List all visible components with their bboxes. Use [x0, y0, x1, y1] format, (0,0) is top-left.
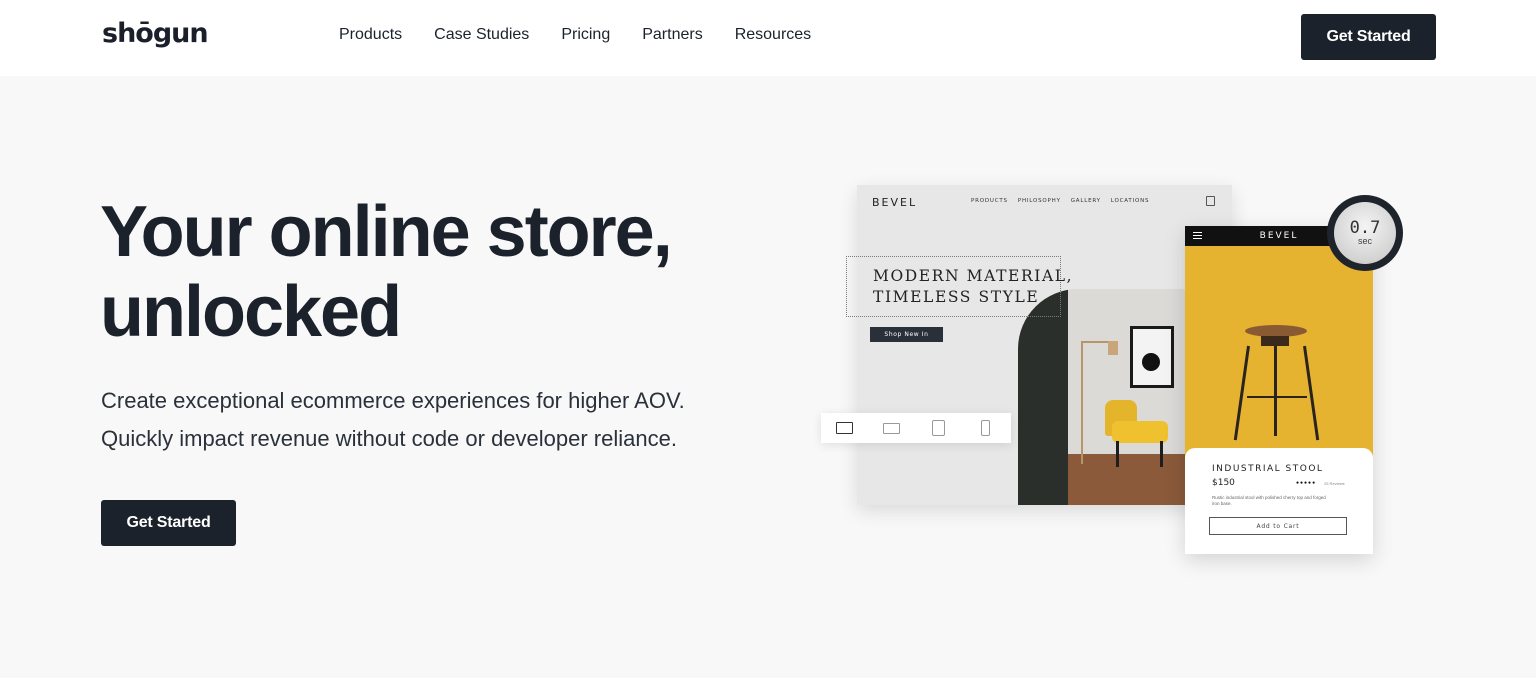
desktop-menu-item: GALLERY	[1070, 198, 1101, 204]
desktop-menu: PRODUCTS PHILOSOPHY GALLERY LOCATIONS	[971, 198, 1159, 204]
load-time-gauge: 0.7 sec	[1327, 195, 1403, 271]
hero-title-line2: unlocked	[100, 272, 402, 352]
nav-link-partners[interactable]: Partners	[642, 26, 702, 44]
hero-subtitle-line1: Create exceptional ecommerce experiences…	[101, 388, 685, 413]
stool-image	[1185, 246, 1373, 468]
desktop-tagline: MODERN MATERIAL, TIMELESS STYLE	[873, 267, 1074, 306]
nav-link-case-studies[interactable]: Case Studies	[434, 26, 529, 44]
hamburger-menu-icon	[1193, 232, 1202, 239]
tablet-icon[interactable]	[915, 413, 962, 443]
nav-link-pricing[interactable]: Pricing	[561, 26, 610, 44]
nav-link-resources[interactable]: Resources	[735, 26, 811, 44]
hero-get-started-button[interactable]: Get Started	[101, 500, 236, 546]
review-count: 25 Reviews	[1324, 481, 1345, 486]
desktop-icon[interactable]	[821, 413, 868, 443]
load-time-value: 0.7	[1349, 218, 1381, 238]
shogun-logo[interactable]: shōgun	[102, 18, 209, 49]
product-card: INDUSTRIAL STOOL $150 ●●●●● 25 Reviews R…	[1185, 448, 1373, 554]
rating-stars: ●●●●●	[1296, 480, 1317, 486]
phone-icon[interactable]	[962, 413, 1009, 443]
add-to-cart-button: Add to Cart	[1209, 517, 1347, 535]
nav-links: Products Case Studies Pricing Partners R…	[339, 26, 843, 44]
mobile-brand: BEVEL	[1259, 231, 1299, 241]
desktop-menu-item: LOCATIONS	[1110, 198, 1150, 204]
desktop-menu-item: PRODUCTS	[971, 198, 1008, 204]
hero-title-line1: Your online store,	[100, 192, 673, 272]
nav-link-products[interactable]: Products	[339, 26, 402, 44]
load-time-unit: sec	[1357, 236, 1372, 246]
laptop-icon[interactable]	[868, 413, 915, 443]
top-nav: shōgun Products Case Studies Pricing Par…	[0, 0, 1536, 76]
desktop-menu-item: PHILOSOPHY	[1017, 198, 1061, 204]
product-price: $150	[1212, 478, 1235, 488]
product-description: Rustic industrial stool with polished ch…	[1212, 495, 1326, 506]
product-name: INDUSTRIAL STOOL	[1212, 464, 1324, 474]
mobile-preview: BEVEL INDUSTRIAL STOOL $150 ●●●●● 25 Rev…	[1185, 226, 1373, 554]
hero-subtitle-line2: Quickly impact revenue without code or d…	[101, 426, 677, 451]
hero-subtitle: Create exceptional ecommerce experiences…	[101, 382, 741, 458]
desktop-preview: BEVEL PRODUCTS PHILOSOPHY GALLERY LOCATI…	[857, 185, 1232, 505]
shop-new-in-button: Shop New In	[870, 327, 943, 342]
device-switcher	[821, 413, 1011, 443]
nav-get-started-button[interactable]: Get Started	[1301, 14, 1436, 60]
hero-title: Your online store, unlocked	[100, 192, 780, 352]
desktop-brand: BEVEL	[872, 196, 918, 209]
shopping-bag-icon	[1206, 196, 1215, 206]
